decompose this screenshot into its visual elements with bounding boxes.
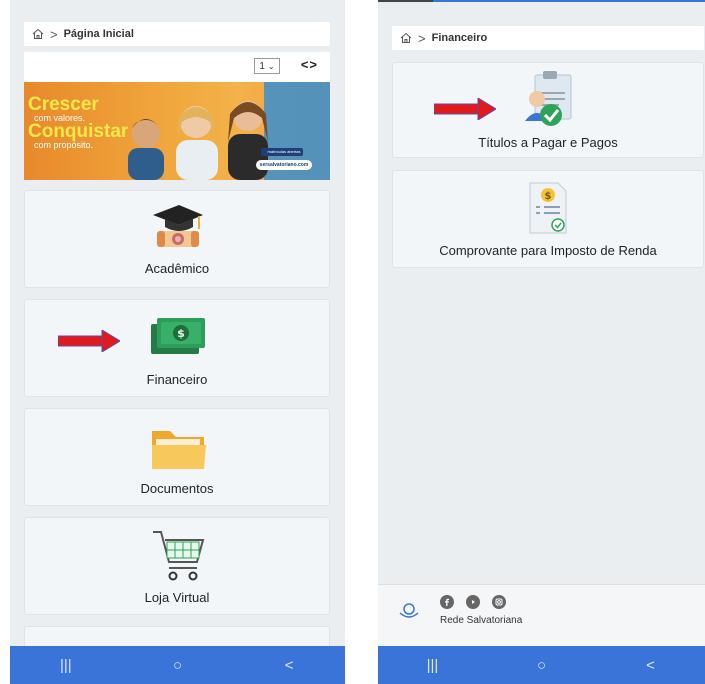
money-icon: $ <box>151 318 205 354</box>
shopping-cart-icon <box>153 531 205 581</box>
menu-card-label: Documentos <box>140 481 214 496</box>
menu-card-documentos[interactable]: Documentos <box>24 408 330 506</box>
menu-card-loja-virtual[interactable]: Loja Virtual <box>24 517 330 615</box>
site-footer: Rede Salvatoriana <box>378 584 705 646</box>
pager-value: 1 <box>259 60 265 72</box>
right-phone-screen: > Financeiro Títulos a Pagar e Pagos $ C… <box>378 0 705 684</box>
android-nav-bar: ||| ○ < <box>378 646 705 684</box>
back-button[interactable]: < <box>631 646 671 684</box>
home-button[interactable]: ○ <box>522 646 562 684</box>
banner-url: sersalvatoriano.com <box>259 162 309 168</box>
social-links <box>440 595 518 609</box>
instagram-icon[interactable] <box>492 595 506 609</box>
banner-pager-bar: 1 ⌄ <> <box>24 52 330 82</box>
menu-card-label: Títulos a Pagar e Pagos <box>478 135 618 150</box>
breadcrumb-label: Financeiro <box>431 32 488 44</box>
tax-receipt-icon: $ <box>529 182 567 234</box>
svg-text:$: $ <box>177 327 185 340</box>
android-nav-bar: ||| ○ < <box>10 646 345 684</box>
invoice-check-icon <box>525 71 572 126</box>
chevron-down-icon: ⌄ <box>267 61 275 71</box>
top-accent-line <box>433 0 705 2</box>
menu-card-label: Comprovante para Imposto de Renda <box>439 243 657 258</box>
promo-banner[interactable]: 1 ⌄ <> Crescer com valores. Conquistar c… <box>24 52 330 180</box>
graduation-cap-icon <box>153 205 203 247</box>
back-button[interactable]: < <box>269 646 309 684</box>
top-status-strip <box>378 0 433 2</box>
footer-label: Rede Salvatoriana <box>440 615 523 626</box>
banner-sub-2: com propósito. <box>34 140 94 150</box>
menu-card-label: Financeiro <box>146 372 208 387</box>
recent-apps-button[interactable]: ||| <box>413 646 453 684</box>
red-arrow-annotation <box>58 330 120 352</box>
menu-card-academico[interactable]: Acadêmico <box>24 190 330 288</box>
chevron-right-icon: > <box>50 26 58 42</box>
red-arrow-annotation <box>434 98 496 120</box>
svg-text:$: $ <box>545 191 552 202</box>
pager-arrows[interactable]: <> <box>301 57 318 72</box>
recent-apps-button[interactable]: ||| <box>46 646 86 684</box>
facebook-icon[interactable] <box>440 595 454 609</box>
rede-salvatoriana-logo-icon <box>399 603 419 618</box>
banner-badge: matrículas abertas <box>267 149 301 154</box>
menu-card-label: Acadêmico <box>144 261 210 276</box>
banner-headline-1: Crescer <box>28 94 99 115</box>
menu-card-comprovante[interactable]: $ Comprovante para Imposto de Renda <box>392 170 704 268</box>
breadcrumb: > Página Inicial <box>24 22 330 46</box>
banner-headline-2: Conquistar <box>28 121 129 142</box>
home-icon[interactable] <box>400 32 412 44</box>
left-phone-screen: > Página Inicial 1 ⌄ <> Crescer com valo… <box>10 0 345 684</box>
banner-image: Crescer com valores. Conquistar com prop… <box>24 82 330 180</box>
chevron-right-icon: > <box>418 30 426 46</box>
pager-select[interactable]: 1 ⌄ <box>254 58 280 74</box>
home-button[interactable]: ○ <box>157 646 197 684</box>
home-icon[interactable] <box>32 28 44 40</box>
youtube-icon[interactable] <box>466 595 480 609</box>
breadcrumb: > Financeiro <box>392 26 704 50</box>
menu-card-label: Loja Virtual <box>144 590 210 605</box>
breadcrumb-label: Página Inicial <box>63 28 134 40</box>
folder-icon <box>152 431 206 469</box>
